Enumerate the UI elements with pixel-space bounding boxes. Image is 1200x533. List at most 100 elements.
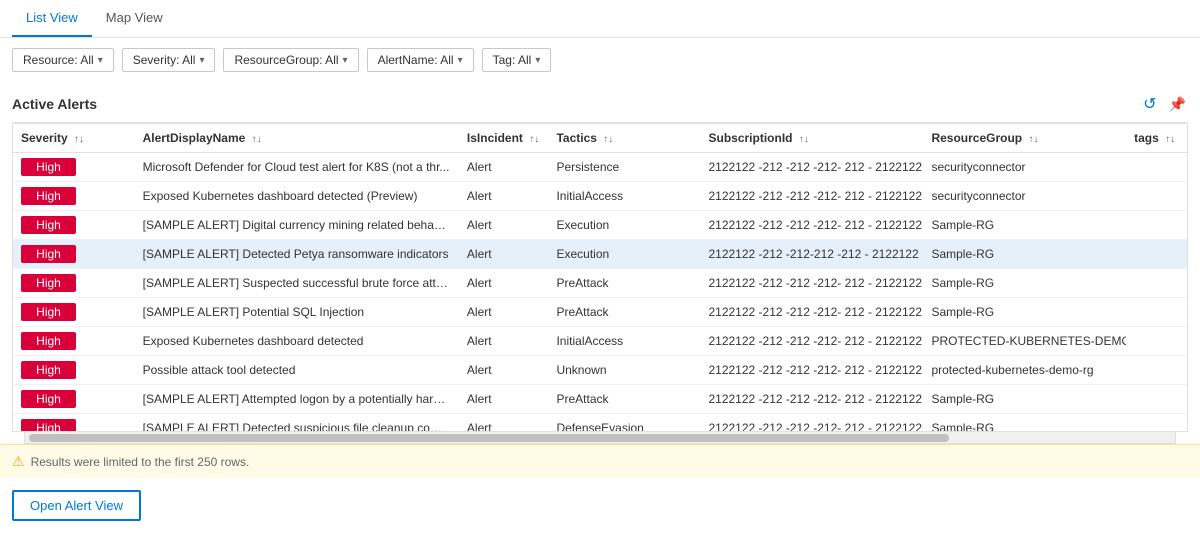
cell-alertname: Possible attack tool detected	[135, 356, 459, 385]
cell-tactics: DefenseEvasion	[548, 414, 700, 433]
cell-tactics: PreAttack	[548, 269, 700, 298]
col-header-isincident[interactable]: IsIncident ↑↓	[459, 124, 549, 153]
table-row[interactable]: High Microsoft Defender for Cloud test a…	[13, 153, 1187, 182]
cell-isincident: Alert	[459, 298, 549, 327]
cell-severity: High	[13, 327, 135, 356]
cell-tags	[1126, 414, 1187, 433]
cell-resourcegroup: Sample-RG	[923, 211, 1126, 240]
table-row[interactable]: High Exposed Kubernetes dashboard detect…	[13, 327, 1187, 356]
cell-severity: High	[13, 414, 135, 433]
top-tabs-bar: List View Map View	[0, 0, 1200, 38]
cell-isincident: Alert	[459, 327, 549, 356]
severity-badge: High	[21, 245, 76, 263]
cell-resourcegroup: protected-kubernetes-demo-rg	[923, 356, 1126, 385]
table-row[interactable]: High [SAMPLE ALERT] Detected suspicious …	[13, 414, 1187, 433]
cell-isincident: Alert	[459, 385, 549, 414]
cell-tactics: Unknown	[548, 356, 700, 385]
section-header: Active Alerts ↺ 📌	[0, 82, 1200, 122]
chevron-down-icon: ▾	[199, 55, 204, 66]
cell-tactics: InitialAccess	[548, 327, 700, 356]
filter-severity[interactable]: Severity: All ▾	[122, 48, 216, 72]
sort-icon: ↑↓	[529, 134, 539, 145]
cell-resourcegroup: Sample-RG	[923, 414, 1126, 433]
cell-severity: High	[13, 182, 135, 211]
col-header-alertname[interactable]: AlertDisplayName ↑↓	[135, 124, 459, 153]
pin-icon[interactable]: 📌	[1167, 94, 1188, 115]
cell-resourcegroup: Sample-RG	[923, 385, 1126, 414]
filter-resourcegroup[interactable]: ResourceGroup: All ▾	[223, 48, 358, 72]
severity-badge: High	[21, 303, 76, 321]
col-header-subscription[interactable]: SubscriptionId ↑↓	[700, 124, 923, 153]
severity-badge: High	[21, 361, 76, 379]
severity-badge: High	[21, 187, 76, 205]
cell-tactics: Execution	[548, 211, 700, 240]
horizontal-scrollbar[interactable]	[24, 432, 1176, 444]
undo-icon[interactable]: ↺	[1141, 92, 1158, 116]
sort-icon: ↑↓	[799, 134, 809, 145]
severity-badge: High	[21, 332, 76, 350]
cell-subscription: 2122122 -212 -212 -212- 212 - 2122122	[700, 211, 923, 240]
cell-tags	[1126, 385, 1187, 414]
col-header-resourcegroup[interactable]: ResourceGroup ↑↓	[923, 124, 1126, 153]
col-header-severity[interactable]: Severity ↑↓	[13, 124, 135, 153]
sort-icon: ↑↓	[252, 134, 262, 145]
cell-tags	[1126, 269, 1187, 298]
cell-subscription: 2122122 -212 -212 -212- 212 - 2122122	[700, 153, 923, 182]
alert-table: Severity ↑↓ AlertDisplayName ↑↓ IsIncide…	[13, 123, 1187, 432]
cell-tactics: PreAttack	[548, 298, 700, 327]
chevron-down-icon: ▾	[343, 55, 348, 66]
cell-isincident: Alert	[459, 153, 549, 182]
table-row[interactable]: High [SAMPLE ALERT] Potential SQL Inject…	[13, 298, 1187, 327]
severity-badge: High	[21, 216, 76, 234]
cell-tactics: Execution	[548, 240, 700, 269]
cell-tags	[1126, 211, 1187, 240]
footer-btn-row: Open Alert View	[0, 478, 1200, 533]
cell-severity: High	[13, 298, 135, 327]
cell-alertname: [SAMPLE ALERT] Detected Petya ransomware…	[135, 240, 459, 269]
cell-alertname: [SAMPLE ALERT] Digital currency mining r…	[135, 211, 459, 240]
filter-tag[interactable]: Tag: All ▾	[482, 48, 552, 72]
cell-resourcegroup: securityconnector	[923, 153, 1126, 182]
warning-icon: ⚠	[12, 453, 25, 470]
cell-alertname: Exposed Kubernetes dashboard detected	[135, 327, 459, 356]
filter-resource[interactable]: Resource: All ▾	[12, 48, 114, 72]
cell-tags	[1126, 240, 1187, 269]
tab-map-view[interactable]: Map View	[92, 0, 177, 37]
cell-severity: High	[13, 356, 135, 385]
cell-alertname: Microsoft Defender for Cloud test alert …	[135, 153, 459, 182]
cell-alertname: [SAMPLE ALERT] Suspected successful brut…	[135, 269, 459, 298]
scrollbar-thumb	[29, 434, 949, 442]
cell-isincident: Alert	[459, 240, 549, 269]
cell-subscription: 2122122 -212 -212 -212- 212 - 2122122	[700, 269, 923, 298]
col-header-tactics[interactable]: Tactics ↑↓	[548, 124, 700, 153]
cell-resourcegroup: Sample-RG	[923, 269, 1126, 298]
col-header-tags[interactable]: tags ↑↓	[1126, 124, 1187, 153]
table-row[interactable]: High [SAMPLE ALERT] Detected Petya ranso…	[13, 240, 1187, 269]
cell-tags	[1126, 153, 1187, 182]
sort-icon: ↑↓	[74, 134, 84, 145]
table-row[interactable]: High [SAMPLE ALERT] Suspected successful…	[13, 269, 1187, 298]
table-container: Severity ↑↓ AlertDisplayName ↑↓ IsIncide…	[0, 122, 1200, 444]
cell-resourcegroup: PROTECTED-KUBERNETES-DEMO-RG	[923, 327, 1126, 356]
table-row[interactable]: High [SAMPLE ALERT] Digital currency min…	[13, 211, 1187, 240]
tab-list-view[interactable]: List View	[12, 0, 92, 37]
cell-resourcegroup: Sample-RG	[923, 298, 1126, 327]
cell-severity: High	[13, 153, 135, 182]
sort-icon: ↑↓	[603, 134, 613, 145]
scroll-wrapper[interactable]: Severity ↑↓ AlertDisplayName ↑↓ IsIncide…	[12, 122, 1188, 432]
cell-severity: High	[13, 240, 135, 269]
cell-subscription: 2122122 -212 -212 -212- 212 - 2122122	[700, 356, 923, 385]
sort-icon: ↑↓	[1028, 134, 1038, 145]
cell-tactics: PreAttack	[548, 385, 700, 414]
cell-subscription: 2122122 -212 -212 -212- 212 - 2122122	[700, 414, 923, 433]
table-row[interactable]: High Possible attack tool detected Alert…	[13, 356, 1187, 385]
filter-alertname[interactable]: AlertName: All ▾	[367, 48, 474, 72]
cell-isincident: Alert	[459, 414, 549, 433]
open-alert-view-button[interactable]: Open Alert View	[12, 490, 141, 521]
cell-tags	[1126, 182, 1187, 211]
cell-resourcegroup: securityconnector	[923, 182, 1126, 211]
table-row[interactable]: High Exposed Kubernetes dashboard detect…	[13, 182, 1187, 211]
cell-subscription: 2122122 -212 -212 -212- 212 - 2122122	[700, 298, 923, 327]
table-row[interactable]: High [SAMPLE ALERT] Attempted logon by a…	[13, 385, 1187, 414]
cell-tactics: Persistence	[548, 153, 700, 182]
